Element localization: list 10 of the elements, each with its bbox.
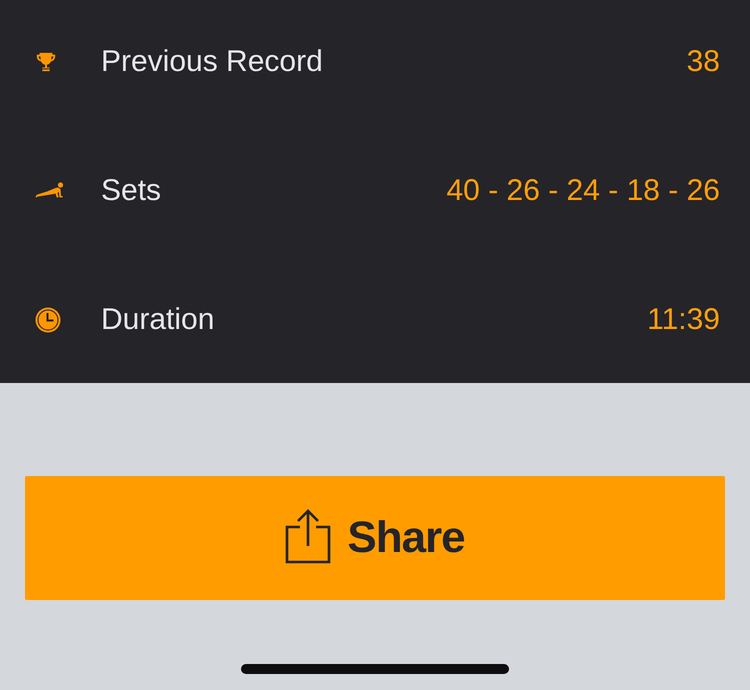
clock-icon xyxy=(35,306,61,332)
stat-label: Previous Record xyxy=(101,44,324,78)
stat-label: Sets xyxy=(101,174,162,208)
share-icon xyxy=(285,508,332,564)
stat-value: 11:39 xyxy=(647,302,720,336)
stat-value: 40 - 26 - 24 - 18 - 26 xyxy=(446,174,720,208)
stat-label: Duration xyxy=(101,302,216,336)
stat-value: 38 xyxy=(686,44,720,78)
push-up-icon xyxy=(35,182,65,200)
share-button[interactable]: Share xyxy=(25,476,725,600)
